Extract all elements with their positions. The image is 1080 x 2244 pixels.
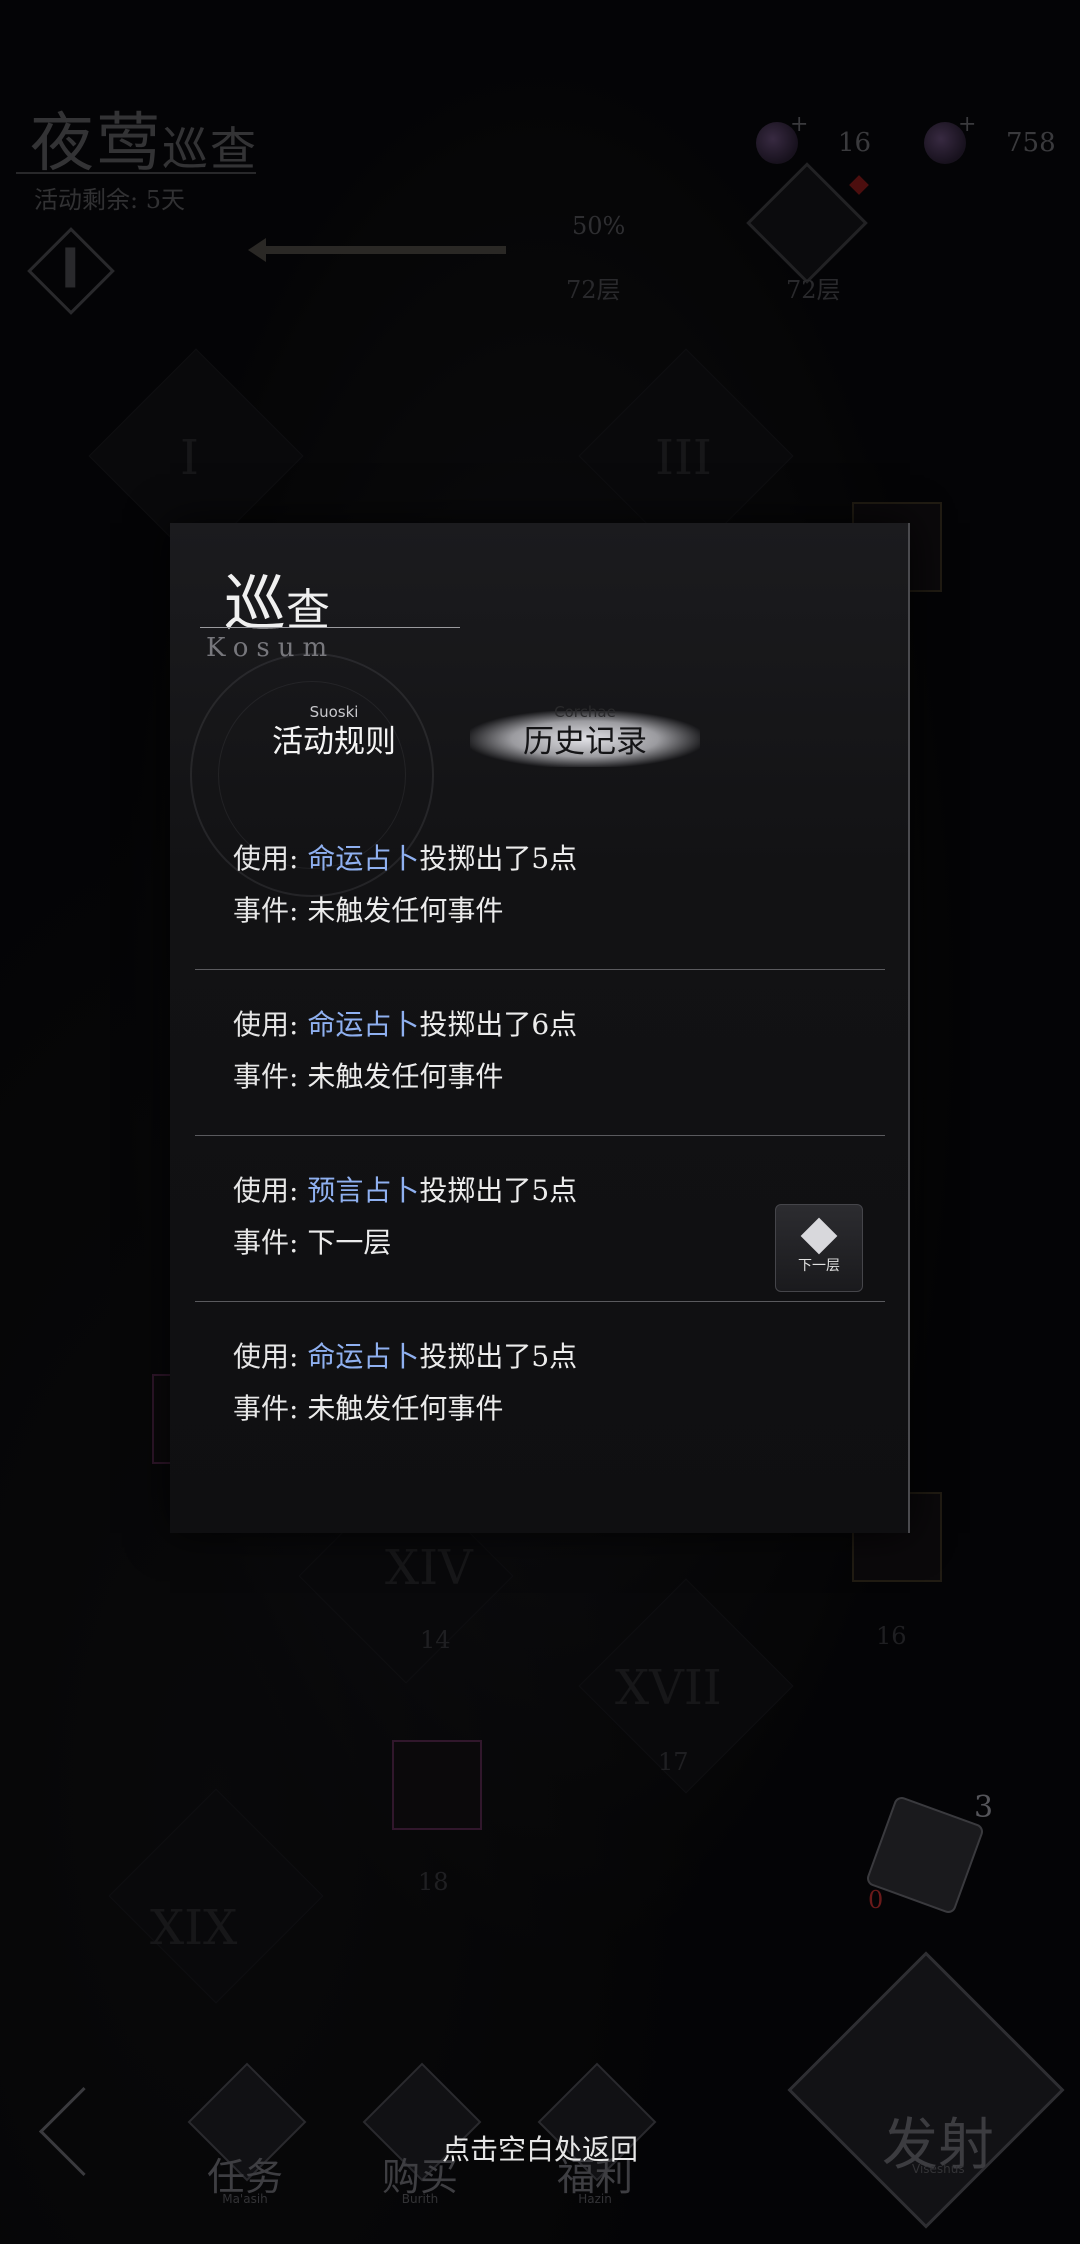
- use-label: 使用:: [233, 1008, 299, 1041]
- entry-item: 预言占卜: [307, 1174, 420, 1207]
- entry-event: 下一层: [307, 1226, 392, 1259]
- entry-event: 未触发任何事件: [307, 894, 504, 927]
- modal-title-main: 巡: [224, 567, 287, 640]
- entry-roll: 投掷出了5点: [419, 1340, 578, 1373]
- welfare-sub: Hazin: [578, 2192, 612, 2206]
- history-entry: 使用: 预言占卜投掷出了5点 事件: 下一层 下一层: [195, 1137, 885, 1302]
- entry-divider: [195, 969, 885, 970]
- history-entry: 使用: 命运占卜投掷出了5点 事件: 未触发任何事件: [195, 1303, 885, 1468]
- tap-to-return-hint[interactable]: 点击空白处返回: [0, 2128, 1080, 2168]
- modal-subtitle: Kosum: [206, 633, 336, 663]
- badge-label: 下一层: [798, 1258, 840, 1274]
- entry-event-line: 事件: 未触发任何事件: [233, 1055, 503, 1095]
- modal-scrollbar[interactable]: [908, 523, 910, 1533]
- entry-item: 命运占卜: [307, 1008, 420, 1041]
- tab-history[interactable]: Corchae 历史记录: [470, 703, 700, 773]
- entry-divider: [195, 1135, 885, 1136]
- entry-event: 未触发任何事件: [307, 1392, 504, 1425]
- modal-title: 巡查: [224, 553, 330, 643]
- use-label: 使用:: [233, 842, 299, 875]
- tab-rules[interactable]: Suoski 活动规则: [254, 703, 414, 773]
- modal-title-sub: 查: [286, 585, 331, 636]
- entry-item: 命运占卜: [307, 842, 420, 875]
- tab-rules-label: 活动规则: [272, 724, 396, 760]
- entry-event: 未触发任何事件: [307, 1060, 504, 1093]
- entry-use-line: 使用: 命运占卜投掷出了6点: [233, 1003, 577, 1043]
- entry-use-line: 使用: 命运占卜投掷出了5点: [233, 837, 577, 877]
- entry-item: 命运占卜: [307, 1340, 420, 1373]
- entry-use-line: 使用: 命运占卜投掷出了5点: [233, 1335, 577, 1375]
- entry-roll: 投掷出了6点: [419, 1008, 578, 1041]
- portal-icon: [800, 1217, 838, 1255]
- entry-use-line: 使用: 预言占卜投掷出了5点: [233, 1169, 577, 1209]
- tab-rules-sub: Suoski: [309, 703, 359, 721]
- entry-event-line: 事件: 下一层: [233, 1221, 391, 1261]
- entry-divider: [195, 1301, 885, 1302]
- entry-event-line: 事件: 未触发任何事件: [233, 1387, 503, 1427]
- tab-history-sub: Corchae: [554, 703, 616, 721]
- dice-count: 3: [974, 1790, 994, 1825]
- event-label: 事件:: [233, 1392, 299, 1425]
- use-label: 使用:: [233, 1340, 299, 1373]
- entry-roll: 投掷出了5点: [419, 842, 578, 875]
- entry-roll: 投掷出了5点: [419, 1174, 578, 1207]
- event-label: 事件:: [233, 1226, 299, 1259]
- mission-sub: Ma'asih: [222, 2192, 268, 2206]
- entry-event-line: 事件: 未触发任何事件: [233, 889, 503, 929]
- shop-sub: Burith: [401, 2192, 439, 2206]
- event-label: 事件:: [233, 894, 299, 927]
- next-floor-badge[interactable]: 下一层: [775, 1204, 863, 1292]
- dice-alt-count: 0: [868, 1886, 884, 1914]
- history-entry: 使用: 命运占卜投掷出了5点 事件: 未触发任何事件: [195, 805, 885, 970]
- patrol-modal: 巡查 Kosum Suoski 活动规则 Corchae 历史记录 使用: 命运…: [170, 523, 910, 1533]
- tab-history-label: 历史记录: [523, 724, 647, 760]
- modal-title-divider: [200, 627, 460, 628]
- use-label: 使用:: [233, 1174, 299, 1207]
- history-entry: 使用: 命运占卜投掷出了6点 事件: 未触发任何事件: [195, 971, 885, 1136]
- event-label: 事件:: [233, 1060, 299, 1093]
